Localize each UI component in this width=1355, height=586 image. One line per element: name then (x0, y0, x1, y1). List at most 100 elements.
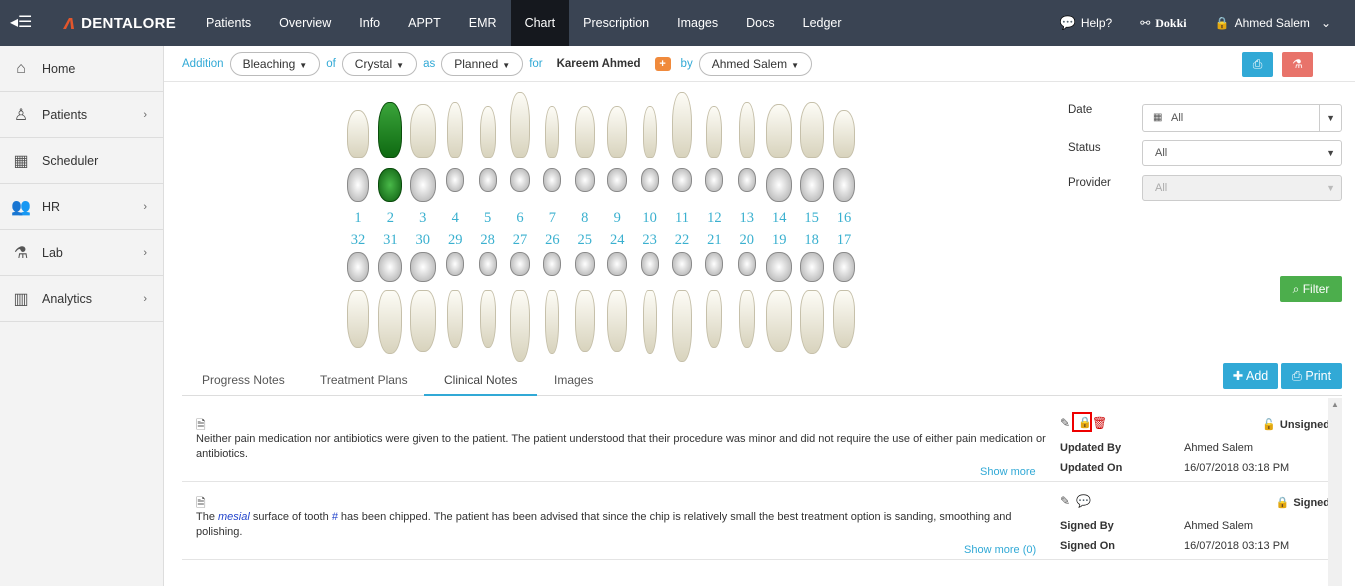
nav-tab-emr[interactable]: EMR (455, 0, 511, 46)
provider-select[interactable]: All ▼ (1142, 175, 1342, 201)
tooth-28[interactable] (479, 290, 496, 348)
help-link[interactable]: 💬 Help? (1060, 15, 1113, 31)
tooth-24[interactable] (607, 290, 628, 352)
tooth-14[interactable] (766, 104, 793, 158)
tooth-2[interactable] (378, 102, 403, 158)
brand-logo[interactable]: ᴧ DENTALORE (64, 12, 176, 34)
notes-scrollbar[interactable]: ▲ (1328, 398, 1342, 586)
tooth-3-occlusal[interactable] (409, 168, 436, 202)
status-dropdown[interactable]: Planned ▼ (441, 51, 524, 76)
status-select[interactable]: All ▼ (1142, 140, 1342, 166)
tab-images[interactable]: Images (534, 364, 613, 396)
sidebar-item-lab[interactable]: ⚗ Lab › (0, 230, 163, 276)
scroll-up-icon[interactable]: ▲ (1331, 400, 1339, 409)
tooth-7-occlusal[interactable] (543, 168, 562, 192)
tooth-21-occlusal[interactable] (705, 252, 724, 276)
tab-clinical-notes[interactable]: Clinical Notes (424, 364, 538, 396)
tooth-5[interactable] (479, 106, 496, 158)
tooth-13[interactable] (738, 102, 755, 158)
nav-tab-prescription[interactable]: Prescription (569, 0, 663, 46)
tooth-31-occlusal[interactable] (378, 252, 403, 282)
edit-icon[interactable]: ✎ (1060, 416, 1070, 430)
treatment-dropdown[interactable]: Bleaching ▼ (229, 51, 321, 76)
print-chart-button[interactable]: ⎙ (1242, 52, 1273, 77)
tooth-16-occlusal[interactable] (833, 168, 855, 202)
tooth-18-occlusal[interactable] (799, 252, 824, 282)
nav-tab-overview[interactable]: Overview (265, 0, 345, 46)
tooth-8-occlusal[interactable] (574, 168, 595, 192)
date-select[interactable]: ▦ All ▼ (1142, 104, 1342, 132)
tooth-25-occlusal[interactable] (574, 252, 595, 276)
trash-icon[interactable]: 🗑 (1092, 416, 1107, 430)
tooth-28-occlusal[interactable] (478, 252, 497, 276)
tooth-11-occlusal[interactable] (672, 168, 692, 192)
tooth-10[interactable] (642, 106, 657, 158)
nav-tab-info[interactable]: Info (345, 0, 394, 46)
tooth-12-occlusal[interactable] (705, 168, 724, 192)
tooth-6[interactable] (510, 92, 530, 158)
menu-toggle-icon[interactable]: ◂☰ (10, 13, 34, 33)
tooth-21[interactable] (706, 290, 723, 348)
tooth-10-occlusal[interactable] (640, 168, 659, 192)
lab-button[interactable]: ⚗ (1282, 52, 1313, 77)
comment-icon[interactable]: 💬 (1076, 494, 1091, 508)
tooth-20[interactable] (738, 290, 755, 348)
tooth-4-occlusal[interactable] (446, 168, 465, 192)
tooth-6-occlusal[interactable] (510, 168, 530, 192)
tooth-1[interactable] (347, 110, 369, 158)
tooth-5-occlusal[interactable] (478, 168, 497, 192)
tooth-15-occlusal[interactable] (799, 168, 824, 202)
tooth-14-occlusal[interactable] (766, 168, 793, 202)
tooth-9[interactable] (607, 106, 628, 158)
tab-treatment-plans[interactable]: Treatment Plans (300, 364, 428, 396)
tooth-32[interactable] (347, 290, 369, 348)
tooth-3[interactable] (409, 104, 436, 158)
filter-button[interactable]: ⌕ Filter (1280, 276, 1342, 302)
tooth-29-occlusal[interactable] (446, 252, 465, 276)
medical-kit-icon[interactable]: + (654, 56, 671, 71)
tooth-19[interactable] (766, 290, 793, 352)
tooth-29[interactable] (447, 290, 464, 348)
nav-tab-patients[interactable]: Patients (192, 0, 265, 46)
nav-tab-ledger[interactable]: Ledger (789, 0, 856, 46)
sidebar-item-analytics[interactable]: ▥ Analytics › (0, 276, 163, 322)
sidebar-item-patients[interactable]: ♙ Patients › (0, 92, 163, 138)
add-note-button[interactable]: ✚ Add (1223, 363, 1278, 389)
sidebar-item-scheduler[interactable]: ▦ Scheduler (0, 138, 163, 184)
tooth-17-occlusal[interactable] (833, 252, 855, 282)
clinic-selector[interactable]: ⚯ Dokki (1140, 16, 1186, 31)
print-notes-button[interactable]: ⎙ Print (1281, 363, 1342, 389)
sidebar-item-hr[interactable]: 👥 HR › (0, 184, 163, 230)
tooth-23[interactable] (642, 290, 657, 354)
tooth-27-occlusal[interactable] (510, 252, 530, 276)
user-menu[interactable]: 🔒 Ahmed Salem ⌄ (1215, 16, 1331, 30)
tooth-18[interactable] (799, 290, 824, 354)
tooth-2-occlusal[interactable] (378, 168, 403, 202)
edit-icon[interactable]: ✎ (1060, 494, 1070, 508)
tooth-22[interactable] (672, 290, 692, 362)
tooth-12[interactable] (706, 106, 723, 158)
tooth-19-occlusal[interactable] (766, 252, 793, 282)
material-dropdown[interactable]: Crystal ▼ (341, 51, 418, 76)
tooth-24-occlusal[interactable] (607, 252, 628, 276)
sidebar-item-home[interactable]: ⌂ Home (0, 46, 163, 92)
tooth-30-occlusal[interactable] (409, 252, 436, 282)
tab-progress-notes[interactable]: Progress Notes (182, 364, 305, 396)
tooth-31[interactable] (378, 290, 403, 354)
tooth-4[interactable] (447, 102, 464, 158)
nav-tab-appt[interactable]: APPT (394, 0, 455, 46)
tooth-9-occlusal[interactable] (607, 168, 628, 192)
tooth-25[interactable] (574, 290, 595, 352)
tooth-15[interactable] (799, 102, 824, 158)
provider-dropdown[interactable]: Ahmed Salem ▼ (698, 51, 812, 76)
show-more-link[interactable]: Show more (980, 466, 1036, 478)
show-more-link[interactable]: Show more (0) (964, 544, 1036, 556)
tooth-16[interactable] (833, 110, 855, 158)
tooth-32-occlusal[interactable] (347, 252, 369, 282)
tooth-7[interactable] (545, 106, 560, 158)
tooth-13-occlusal[interactable] (737, 168, 756, 192)
tooth-26-occlusal[interactable] (543, 252, 562, 276)
tooth-23-occlusal[interactable] (640, 252, 659, 276)
tooth-22-occlusal[interactable] (672, 252, 692, 276)
nav-tab-docs[interactable]: Docs (732, 0, 788, 46)
